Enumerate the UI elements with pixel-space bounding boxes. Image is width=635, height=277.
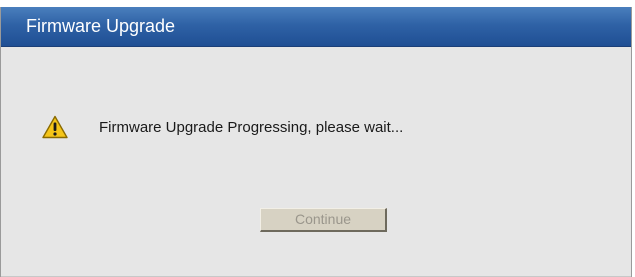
firmware-upgrade-dialog: Firmware Upgrade Firmware Upgrade Progre… (0, 7, 632, 277)
continue-button[interactable]: Continue (260, 208, 387, 232)
warning-icon (42, 115, 68, 139)
dialog-titlebar: Firmware Upgrade (1, 7, 631, 47)
dialog-title: Firmware Upgrade (26, 16, 176, 36)
progress-message: Firmware Upgrade Progressing, please wai… (99, 119, 404, 136)
page: Firmware Upgrade Firmware Upgrade Progre… (0, 0, 635, 277)
